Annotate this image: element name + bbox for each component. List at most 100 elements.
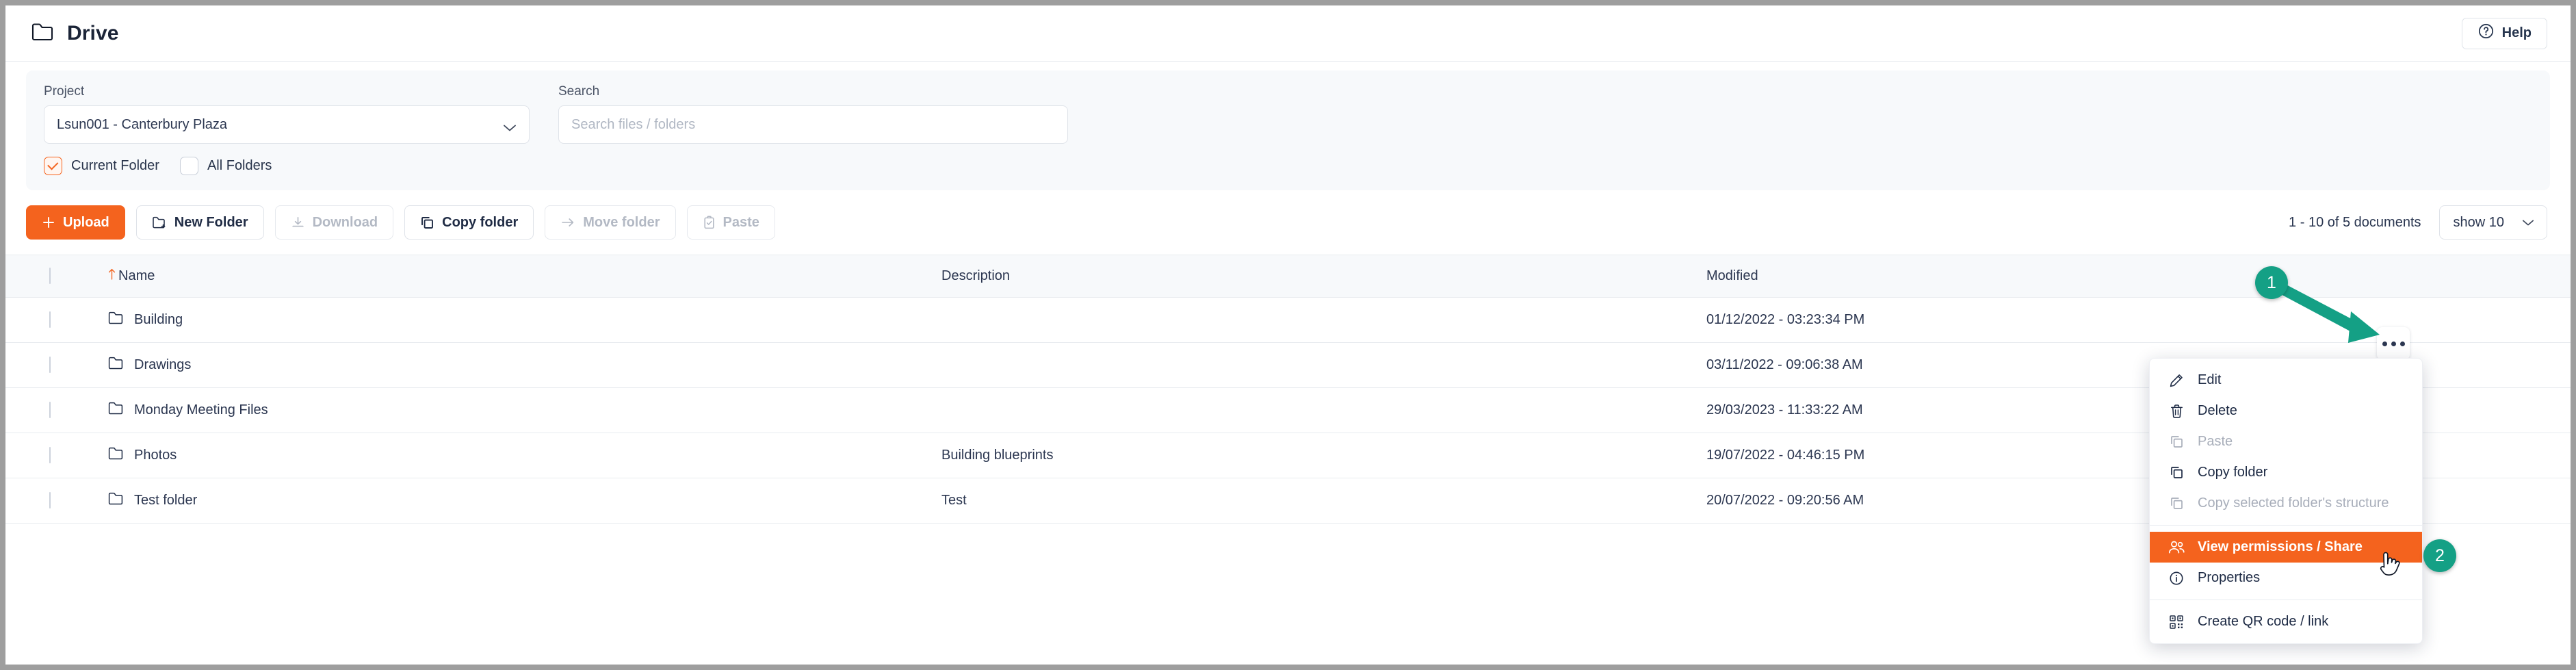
row-name-label: Test folder: [134, 493, 198, 508]
row-name-cell[interactable]: Building: [88, 297, 921, 343]
row-actions-kebab-menu-icon[interactable]: [2377, 327, 2410, 360]
files-table-header: Name Description Modified: [5, 255, 2571, 298]
annotation-marker-1: 1: [2255, 266, 2288, 299]
upload-button[interactable]: Upload: [26, 205, 125, 240]
copy-folder-button[interactable]: Copy folder: [404, 205, 534, 240]
row-modified-cell: 01/12/2022 - 03:23:34 PM: [1686, 297, 2302, 343]
row-description-cell: [921, 297, 1686, 343]
column-modified-label: Modified: [1706, 268, 1758, 283]
row-select-cell: [5, 342, 88, 388]
row-checkbox[interactable]: [49, 357, 51, 373]
arrow-up-icon: [108, 268, 116, 284]
info-circle-icon: [2168, 571, 2185, 586]
row-description-cell: [921, 342, 1686, 388]
download-icon: [291, 216, 305, 229]
upload-button-label: Upload: [63, 214, 109, 230]
arrow-right-icon: [560, 216, 575, 229]
row-context-menu: Edit Delete Paste Copy folder Copy selected …: [2149, 358, 2423, 644]
context-menu-item-label: Copy folder: [2198, 465, 2268, 480]
help-button[interactable]: Help: [2461, 17, 2547, 49]
column-name[interactable]: Name: [88, 255, 921, 298]
help-button-label: Help: [2501, 25, 2532, 40]
users-icon: [2168, 540, 2185, 554]
context-menu-item-create-qr-code-link[interactable]: Create QR code / link: [2150, 606, 2422, 637]
pagination-summary: 1 - 10 of 5 documents: [2289, 214, 2421, 230]
row-description-label: Building blueprints: [941, 448, 1054, 463]
search-field-group: Search Search files / folders: [558, 84, 1068, 144]
project-select[interactable]: Lsun001 - Canterbury Plaza: [44, 105, 530, 144]
row-checkbox[interactable]: [49, 402, 51, 418]
column-select-all: [5, 255, 88, 298]
row-name-cell[interactable]: Photos: [88, 433, 921, 478]
row-select-cell: [5, 433, 88, 478]
clipboard-check-icon: [703, 216, 716, 230]
pencil-icon: [2168, 373, 2185, 388]
checkbox-unchecked-icon: [179, 157, 198, 175]
row-name-cell[interactable]: Monday Meeting Files: [88, 387, 921, 433]
column-actions: [2302, 255, 2571, 298]
context-menu-item-edit[interactable]: Edit: [2150, 365, 2422, 396]
row-name-cell[interactable]: Test folder: [88, 478, 921, 524]
row-description-cell: [921, 387, 1686, 433]
context-menu-item-properties[interactable]: Properties: [2150, 563, 2422, 593]
column-modified[interactable]: Modified: [1686, 255, 2302, 298]
checkbox-all-folders[interactable]: All Folders: [179, 157, 272, 175]
filter-row: Project Lsun001 - Canterbury Plaza Searc…: [44, 84, 2532, 144]
context-menu-item-label: View permissions / Share: [2198, 539, 2363, 554]
row-name-cell[interactable]: Drawings: [88, 342, 921, 388]
checkbox-checked-icon: [44, 157, 62, 175]
column-description[interactable]: Description: [921, 255, 1686, 298]
context-menu-item-label: Properties: [2198, 570, 2261, 585]
page-size-select[interactable]: show 10: [2438, 205, 2547, 240]
copy-icon: [420, 216, 434, 230]
annotation-marker-2: 2: [2423, 539, 2456, 572]
chevron-down-icon: [2522, 215, 2534, 231]
annotation-marker-2-label: 2: [2435, 545, 2445, 565]
context-menu-separator: [2150, 525, 2422, 526]
page-title-group: Drive: [31, 22, 119, 45]
row-name-label: Building: [134, 312, 183, 327]
page-size-value: show 10: [2453, 214, 2505, 230]
table-row[interactable]: Building 01/12/2022 - 03:23:34 PM: [5, 297, 2571, 343]
context-menu-item-delete[interactable]: Delete: [2150, 396, 2422, 426]
folder-icon: [108, 492, 123, 509]
row-description-cell: Building blueprints: [921, 433, 1686, 478]
checkbox-current-folder-label: Current Folder: [71, 158, 159, 173]
context-menu-item-view-permissions-share[interactable]: View permissions / Share: [2150, 532, 2422, 563]
copy-folder-button-label: Copy folder: [442, 214, 519, 230]
row-checkbox[interactable]: [49, 311, 51, 328]
copy-icon: [2168, 465, 2185, 480]
page-header: Drive Help: [5, 5, 2571, 62]
project-label: Project: [44, 84, 85, 99]
search-input-placeholder: Search files / folders: [571, 116, 696, 132]
project-field-group: Project Lsun001 - Canterbury Plaza: [44, 84, 530, 144]
folder-icon: [108, 357, 123, 374]
search-input[interactable]: Search files / folders: [558, 105, 1068, 144]
context-menu-item-copy-folder[interactable]: Copy folder: [2150, 457, 2422, 488]
question-circle-icon: [2477, 23, 2495, 44]
trash-icon: [2168, 404, 2185, 419]
paste-button[interactable]: Paste: [686, 205, 775, 240]
select-all-checkbox[interactable]: [49, 268, 51, 284]
annotation-marker-1-label: 1: [2267, 272, 2276, 292]
download-button[interactable]: Download: [274, 205, 394, 240]
column-name-label: Name: [118, 268, 155, 283]
move-folder-button[interactable]: Move folder: [545, 205, 676, 240]
folder-icon: [108, 402, 123, 419]
scope-checkbox-group: Current Folder All Folders: [44, 157, 2532, 175]
table-header-row: Name Description Modified: [5, 255, 2571, 298]
checkbox-current-folder[interactable]: Current Folder: [44, 157, 159, 175]
context-menu-item-label: Create QR code / link: [2198, 614, 2329, 629]
row-select-cell: [5, 297, 88, 343]
context-menu-item-label: Paste: [2198, 434, 2233, 449]
row-modified-label: 20/07/2022 - 09:20:56 AM: [1706, 493, 1864, 508]
row-checkbox[interactable]: [49, 447, 51, 463]
folder-icon: [108, 311, 123, 328]
row-checkbox[interactable]: [49, 492, 51, 508]
folder-plus-icon: [152, 216, 167, 229]
new-folder-button[interactable]: New Folder: [135, 205, 264, 240]
column-description-label: Description: [941, 268, 1011, 283]
project-select-value: Lsun001 - Canterbury Plaza: [57, 116, 228, 132]
row-modified-label: 01/12/2022 - 03:23:34 PM: [1706, 312, 1865, 327]
drive-app-window: Drive Help Project Lsun001 - Canterbury …: [5, 5, 2571, 665]
